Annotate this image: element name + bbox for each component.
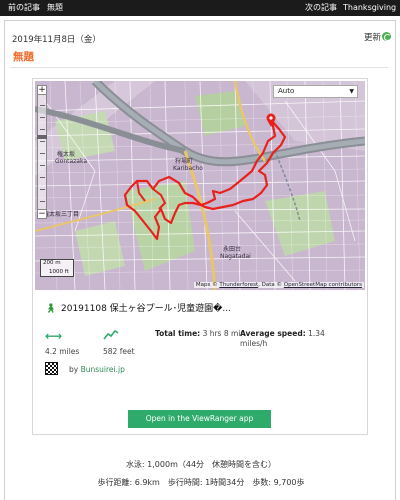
- zoom-slider[interactable]: [37, 95, 47, 209]
- map-layer-value: Auto: [278, 87, 295, 95]
- scale-label-meters: 200 m: [43, 260, 61, 266]
- open-in-viewranger-button[interactable]: Open in the ViewRanger app: [128, 410, 271, 428]
- zoom-control: + −: [37, 85, 47, 219]
- map-label-gontazaka: Gontazaka: [55, 158, 87, 165]
- zoom-out-button[interactable]: −: [37, 209, 47, 219]
- zoom-slider-handle[interactable]: [37, 135, 47, 139]
- author-link[interactable]: Bunsuirei.jp: [81, 365, 125, 374]
- route-map[interactable]: 狩場町 Karibacho 権太坂 Gontazaka 権太坂三丁目 永田台 N…: [35, 81, 365, 290]
- total-time-stat: Total time: 3 hrs 8 min: [155, 329, 250, 339]
- next-post-link[interactable]: 次の記事: [305, 0, 337, 16]
- swim-summary: 水泳: 1,000m（44分 休憩時間を含む）: [125, 460, 277, 469]
- map-label-karibacho: Karibacho: [173, 165, 203, 172]
- top-nav-bar: 前の記事 無題 次の記事 Thanksgiving: [0, 0, 400, 16]
- map-scale-bar: 200 m 1000 ft: [40, 259, 74, 277]
- total-time-label: Total time:: [155, 329, 201, 338]
- elevation-chart-icon: [103, 329, 119, 340]
- map-attribution: Maps © Thunderforest, Data © OpenStreetM…: [193, 282, 364, 288]
- walk-summary: 歩行距離: 6.9km 歩行時間: 1時間34分 歩数: 9,700歩: [97, 478, 305, 487]
- openstreetmap-link[interactable]: OpenStreetMap contributors: [284, 282, 362, 288]
- zoom-in-button[interactable]: +: [37, 85, 47, 95]
- thunderforest-link[interactable]: Thunderforest: [219, 282, 258, 288]
- distance-arrows-icon: ⟷: [45, 329, 63, 343]
- update-link[interactable]: 更新: [364, 31, 391, 43]
- dropdown-arrow-icon: ▼: [349, 88, 354, 95]
- walking-person-icon: 🚶︎: [45, 304, 57, 314]
- by-label: by: [69, 365, 79, 374]
- map-label-gontazaka3: 権太坂三丁目: [43, 210, 79, 218]
- total-time-value: 3 hrs 8 min: [202, 329, 246, 338]
- post-container: 2019年11月8日（金） 更新 無題 狩場町 Karibacho 権太坂 Go…: [4, 20, 396, 500]
- prev-post-link[interactable]: 前の記事: [8, 0, 40, 16]
- post-title: 無題: [13, 51, 34, 63]
- map-layer-select[interactable]: Auto ▼: [273, 85, 358, 98]
- map-label-nagatadai: Nagatadai: [220, 253, 251, 260]
- update-label: 更新: [363, 33, 381, 43]
- next-post-title-link[interactable]: Thanksgiving: [343, 0, 396, 16]
- refresh-icon: [382, 32, 391, 41]
- current-post-link[interactable]: 無題: [47, 0, 63, 16]
- avg-speed-stat: Average speed: 1.34 miles/h: [240, 329, 350, 349]
- scale-label-feet: 1000 ft: [49, 269, 69, 275]
- elevation-value: 582 feet: [103, 347, 135, 356]
- route-title-row: 🚶︎ 20191108 保土ヶ谷プール･児童遊園�...: [45, 301, 361, 314]
- post-date: 2019年11月8日（金）: [12, 35, 101, 45]
- author-avatar-icon: [45, 362, 58, 375]
- map-label-karibacho-jp: 狩場町: [175, 157, 193, 165]
- map-label-gontazaka-jp: 権太坂: [57, 150, 75, 158]
- distance-value: 4.2 miles: [45, 347, 80, 356]
- byline: by Bunsuirei.jp: [69, 365, 125, 374]
- map-label-nagatadai-jp: 永田台: [223, 245, 241, 253]
- route-name[interactable]: 20191108 保土ヶ谷プール･児童遊園�...: [61, 304, 231, 314]
- map-canvas: 狩場町 Karibacho 権太坂 Gontazaka 権太坂三丁目 永田台 N…: [35, 81, 365, 290]
- title-divider: [10, 67, 388, 68]
- avg-speed-label: Average speed:: [240, 329, 306, 338]
- viewranger-embed-card: 狩場町 Karibacho 権太坂 Gontazaka 権太坂三丁目 永田台 N…: [32, 78, 368, 435]
